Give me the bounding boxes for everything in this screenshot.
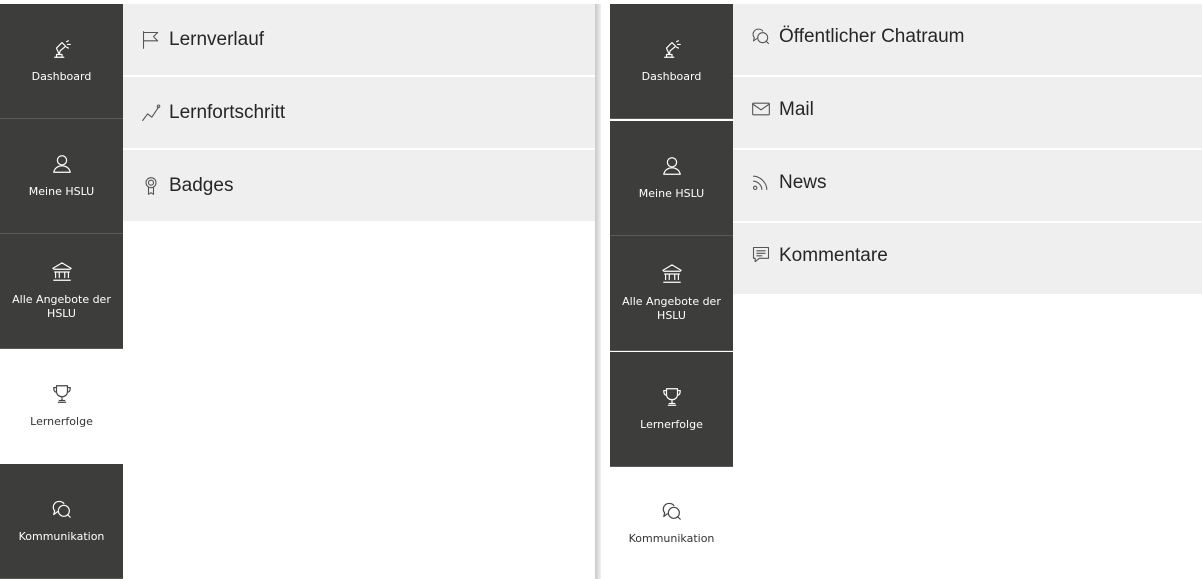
sidebar-item-dashboard[interactable]: Dashboard	[610, 4, 733, 119]
trophy-icon	[662, 388, 681, 406]
right-panel: Dashboard Meine HSLU Alle Angebote der H…	[610, 4, 1202, 579]
menu-item-lernfortschritt[interactable]: Lernfortschritt	[123, 77, 595, 150]
menu-item-badges[interactable]: Badges	[123, 150, 595, 223]
menu-item-mail[interactable]: Mail	[733, 77, 1202, 150]
flag-icon	[142, 30, 159, 49]
sidebar-item-lernerfolge[interactable]: Lernerfolge	[0, 349, 123, 464]
sidebar-item-kommunikation[interactable]: Kommunikation	[0, 464, 123, 579]
chat-bubbles-icon	[752, 28, 770, 45]
sidebar-item-label: Kommunikation	[18, 530, 105, 543]
sidebar-item-label: Dashboard	[31, 70, 92, 83]
submenu: Öffentlicher Chatraum Mail News Kommenta…	[733, 4, 1202, 296]
chat-bubbles-icon	[662, 502, 681, 520]
dashboard-lamp-icon	[53, 40, 71, 58]
left-panel: Dashboard Meine HSLU Alle Angebote der H…	[0, 4, 600, 579]
menu-item-oeffentlicher-chatraum[interactable]: Öffentlicher Chatraum	[733, 4, 1202, 77]
institution-icon	[661, 264, 682, 283]
panel-divider	[595, 4, 601, 579]
trophy-icon	[52, 385, 71, 403]
sidebar-item-alle-angebote[interactable]: Alle Angebote der HSLU	[0, 234, 123, 349]
menu-item-lernverlauf[interactable]: Lernverlauf	[123, 4, 595, 77]
sidebar-item-label: Lernerfolge	[30, 415, 93, 428]
sidebar-item-label: Alle Angebote der HSLU	[622, 295, 721, 322]
badge-medal-icon	[145, 176, 157, 195]
dashboard-lamp-icon	[663, 40, 681, 58]
sidebar-item-meine-hslu[interactable]: Meine HSLU	[610, 121, 733, 236]
comment-icon	[752, 246, 770, 263]
sidebar-item-kommunikation[interactable]: Kommunikation	[610, 467, 733, 579]
progress-line-icon	[142, 104, 161, 121]
sidebar-item-meine-hslu[interactable]: Meine HSLU	[0, 119, 123, 234]
submenu: Lernverlauf Lernfortschritt Badges	[123, 4, 595, 223]
sidebar-item-label: Meine HSLU	[638, 187, 705, 200]
sidebar-item-label: Dashboard	[641, 70, 702, 83]
user-icon	[662, 157, 681, 175]
envelope-icon	[752, 102, 770, 116]
sidebar-item-label: Alle Angebote der HSLU	[12, 293, 111, 320]
menu-item-news[interactable]: News	[733, 150, 1202, 223]
rss-feed-icon	[752, 175, 768, 191]
sidebar-nav: Dashboard Meine HSLU Alle Angebote der H…	[0, 4, 123, 579]
institution-icon	[51, 262, 72, 281]
user-icon	[52, 155, 71, 173]
sidebar-item-label: Kommunikation	[628, 531, 715, 545]
chat-bubbles-icon	[52, 500, 71, 518]
sidebar-nav: Dashboard Meine HSLU Alle Angebote der H…	[610, 4, 733, 579]
sidebar-item-lernerfolge[interactable]: Lernerfolge	[610, 352, 733, 467]
sidebar-item-label: Meine HSLU	[28, 185, 95, 198]
sidebar-item-dashboard[interactable]: Dashboard	[0, 4, 123, 119]
menu-item-kommentare[interactable]: Kommentare	[733, 223, 1202, 296]
sidebar-item-label: Lernerfolge	[640, 418, 703, 431]
sidebar-item-alle-angebote[interactable]: Alle Angebote der HSLU	[610, 236, 733, 351]
